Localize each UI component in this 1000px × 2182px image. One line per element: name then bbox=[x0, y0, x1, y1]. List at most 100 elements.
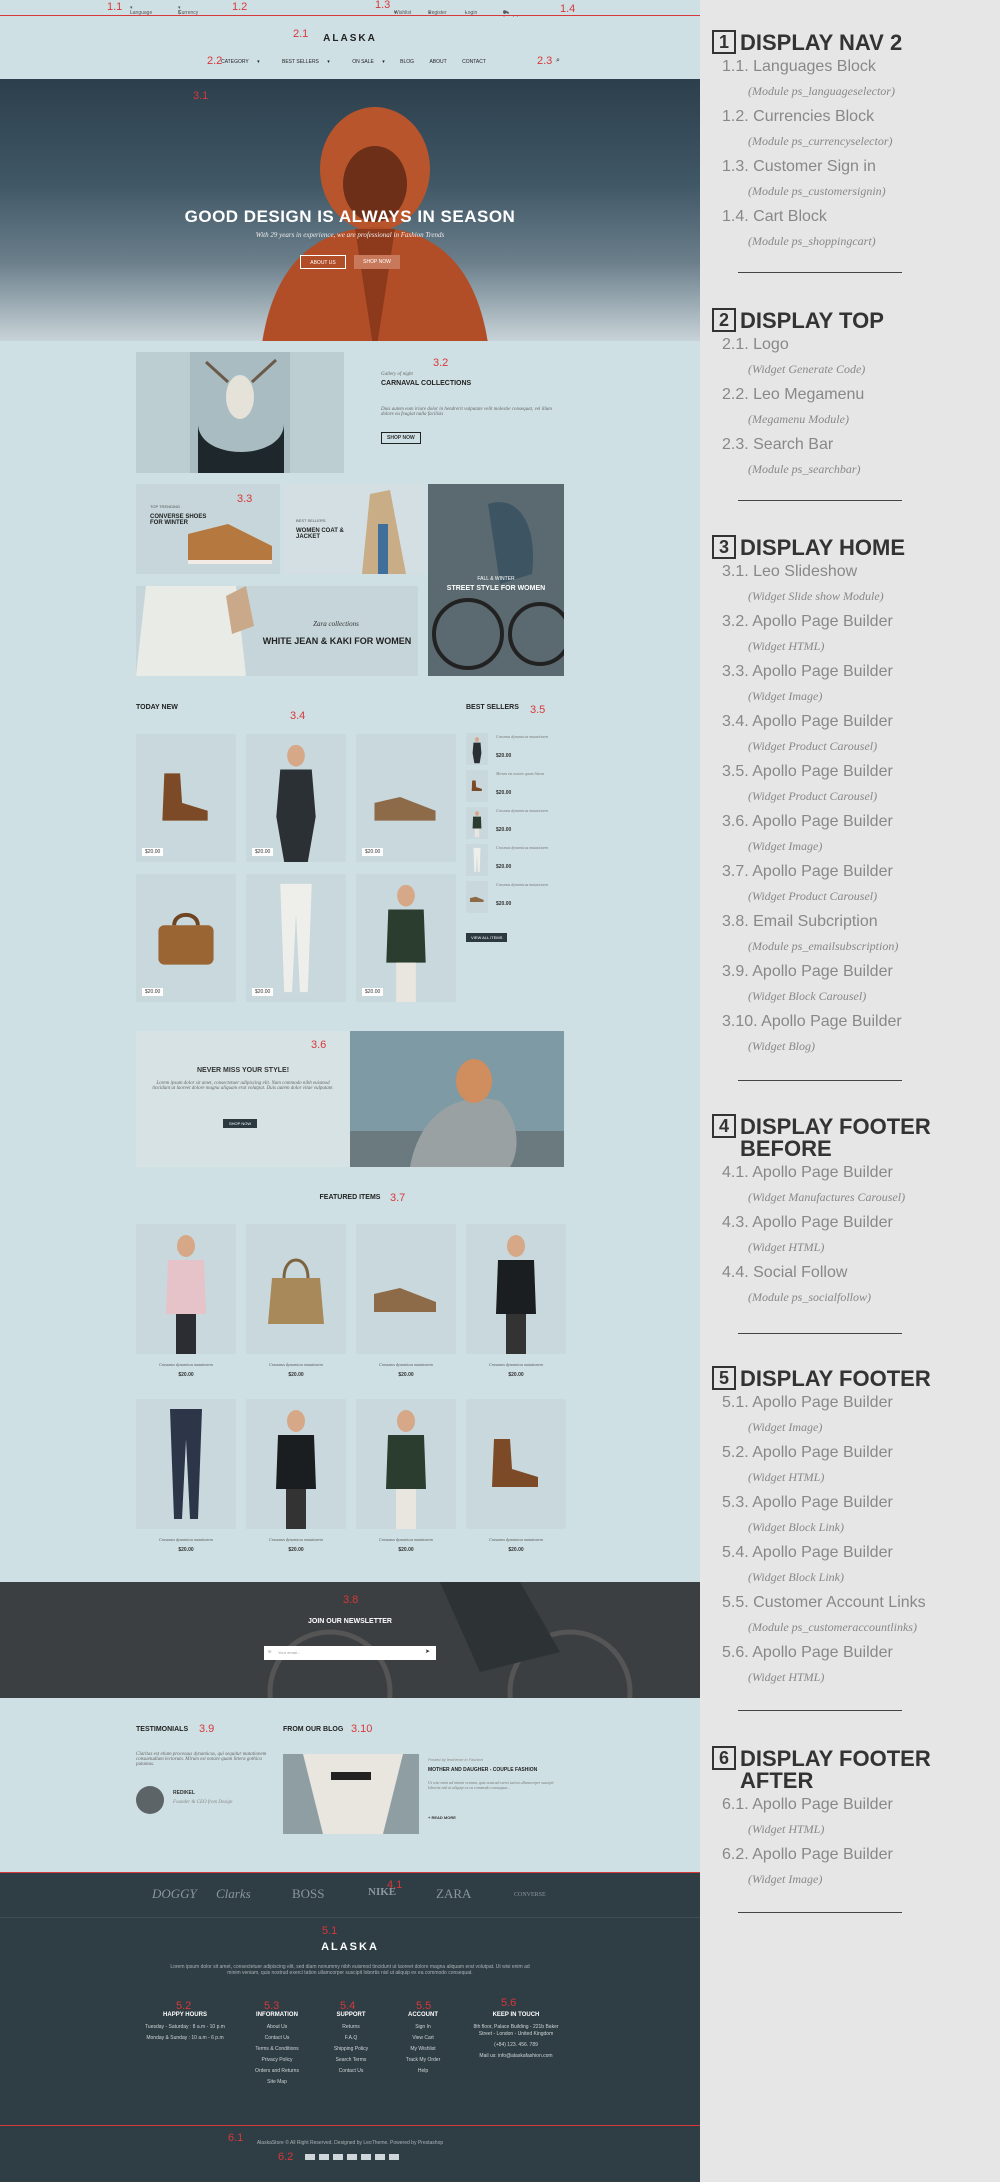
footer-account-link[interactable]: Sign In bbox=[378, 2024, 468, 2030]
doc-item-label: 2.1. Logo bbox=[722, 336, 789, 353]
doc-item-module: (Module ps_languageselector) bbox=[748, 84, 895, 98]
today-new-product[interactable] bbox=[246, 734, 346, 862]
zara-banner[interactable]: Zara collections WHITE JEAN & KAKI FOR W… bbox=[136, 586, 418, 676]
footer-information-link[interactable]: Site Map bbox=[232, 2079, 322, 2085]
tag-3-6: 3.6 bbox=[311, 1039, 327, 1051]
doc-section-divider bbox=[738, 1080, 902, 1081]
tag-3-7: 3.7 bbox=[390, 1192, 406, 1204]
converse-banner[interactable]: TOP TRENDING CONVERSE SHOES FOR WINTER bbox=[136, 484, 280, 574]
brand-boss[interactable]: BOSS bbox=[292, 1886, 325, 1902]
best-seller-thumb[interactable] bbox=[466, 770, 488, 802]
today-new-product[interactable] bbox=[246, 874, 346, 1002]
doc-item-label: 6.1. Apollo Page Builder bbox=[722, 1796, 893, 1813]
featured-product-name[interactable]: Crassmus dynamicus mutationem bbox=[356, 1537, 456, 1542]
blog-post-image[interactable] bbox=[283, 1754, 419, 1834]
skull-model-image bbox=[136, 352, 344, 473]
featured-product-name[interactable]: Crassmus dynamicus mutationem bbox=[136, 1537, 236, 1542]
featured-product[interactable] bbox=[466, 1224, 566, 1354]
testimonial-text: Claritas est etiam processus dynamicus, … bbox=[136, 1752, 267, 1767]
today-new-product[interactable] bbox=[356, 874, 456, 1002]
converse-title: CONVERSE SHOES FOR WINTER bbox=[150, 514, 207, 526]
newsletter-email-input[interactable]: ✉ Your email... ➤ bbox=[264, 1646, 436, 1660]
doc-section-title: DISPLAY TOP bbox=[740, 308, 884, 333]
hero-title: GOOD DESIGN IS ALWAYS IN SEASON bbox=[184, 207, 516, 226]
site-logo[interactable]: ALASKA bbox=[0, 33, 700, 44]
featured-product-name[interactable]: Crassmus dynamicus mutationem bbox=[136, 1362, 236, 1367]
menu-contact[interactable]: CONTACT bbox=[462, 59, 486, 65]
today-new-product[interactable] bbox=[136, 734, 236, 862]
featured-product[interactable] bbox=[356, 1399, 456, 1529]
featured-product-name[interactable]: Crassmus dynamicus mutationem bbox=[356, 1362, 456, 1367]
featured-product-name[interactable]: Crassmus dynamicus mutationem bbox=[466, 1537, 566, 1542]
today-new-product[interactable] bbox=[136, 874, 236, 1002]
doc-item-label: 2.3. Search Bar bbox=[722, 436, 834, 453]
shop-now-button[interactable]: SHOP NOW bbox=[354, 255, 400, 269]
carnaval-panel: Gallery of night CARNAVAL COLLECTIONS Du… bbox=[344, 352, 564, 473]
brand-converse[interactable]: CONVERSE bbox=[514, 1892, 546, 1898]
featured-product[interactable] bbox=[136, 1224, 236, 1354]
blog-read-more[interactable]: + READ MORE bbox=[428, 1815, 456, 1820]
doc-section-header: 4 DISPLAY FOOTER BEFORE bbox=[712, 1114, 992, 1160]
product-price: $20.00 bbox=[362, 988, 384, 996]
footer-account-link[interactable]: Help bbox=[378, 2068, 468, 2074]
best-seller-price: $20.00 bbox=[496, 901, 512, 907]
featured-product-price: $20.00 bbox=[508, 1547, 524, 1553]
product-image bbox=[268, 1258, 324, 1324]
best-seller-name[interactable]: Mirum est notare quam littera bbox=[496, 771, 560, 776]
email[interactable]: Mail us: info@alaskafashion.com bbox=[466, 2053, 566, 2059]
doc-item-label: 5.6. Apollo Page Builder bbox=[722, 1644, 893, 1661]
menu-about[interactable]: ABOUT bbox=[429, 59, 446, 65]
best-seller-name[interactable]: Crasmus dynamicus mutationem bbox=[496, 734, 560, 739]
best-seller-name[interactable]: Crasmus dynamicus mutationem bbox=[496, 845, 560, 850]
about-us-button[interactable]: ABOUT US bbox=[300, 255, 346, 269]
testimonial-role: Founder & CEO from Design bbox=[173, 1800, 233, 1805]
brand-clarks[interactable]: Clarks bbox=[216, 1886, 251, 1902]
featured-product[interactable] bbox=[246, 1224, 346, 1354]
footer-account-link[interactable]: View Cart bbox=[378, 2035, 468, 2041]
testimonials-title: TESTIMONIALS bbox=[136, 1726, 189, 1733]
brand-doggy[interactable]: DOGGY bbox=[152, 1886, 197, 1902]
never-miss-shop-button[interactable]: SHOP NOW bbox=[223, 1119, 258, 1128]
doc-item-label: 5.5. Customer Account Links bbox=[722, 1594, 926, 1611]
today-new-product[interactable] bbox=[356, 734, 456, 862]
footer-account-link[interactable]: Track My Order bbox=[378, 2057, 468, 2063]
featured-product[interactable] bbox=[136, 1399, 236, 1529]
menu-blog[interactable]: BLOG bbox=[400, 59, 414, 65]
featured-product[interactable] bbox=[356, 1224, 456, 1354]
best-seller-thumb[interactable] bbox=[466, 807, 488, 839]
hero-subtitle: With 29 years in experience, we are prof… bbox=[255, 231, 445, 239]
best-seller-name[interactable]: Crasmus dynamicus mutationem bbox=[496, 808, 560, 813]
featured-product-price: $20.00 bbox=[288, 1372, 304, 1378]
featured-product-name[interactable]: Crassmus dynamicus mutationem bbox=[246, 1362, 346, 1367]
send-icon[interactable]: ➤ bbox=[425, 1648, 430, 1655]
search-icon[interactable]: ⌕ bbox=[556, 57, 560, 65]
blog-post-title[interactable]: MOTHER AND DAUGHER - COUPLE FASHION bbox=[428, 1767, 537, 1773]
hero-slideshow[interactable]: GOOD DESIGN IS ALWAYS IN SEASON With 29 … bbox=[0, 79, 700, 341]
featured-product[interactable] bbox=[466, 1399, 566, 1529]
menu-on-sale[interactable]: ON SALE ▾ bbox=[345, 59, 385, 65]
doc-section-divider bbox=[738, 1710, 902, 1711]
footer-account-link[interactable]: My Wishlist bbox=[378, 2046, 468, 2052]
best-seller-thumb[interactable] bbox=[466, 881, 488, 913]
featured-product-name[interactable]: Crassmus dynamicus mutationem bbox=[466, 1362, 566, 1367]
best-seller-thumb[interactable] bbox=[466, 733, 488, 765]
carnaval-shop-button[interactable]: SHOP NOW bbox=[381, 432, 421, 444]
blog-excerpt: Ut wisi enim ad minim veniam, quis nostr… bbox=[428, 1780, 554, 1790]
best-seller-name[interactable]: Crasmus dynamicus mutationem bbox=[496, 882, 560, 887]
street-style-banner[interactable]: FALL & WINTER STREET STYLE FOR WOMEN bbox=[428, 484, 564, 676]
women-coat-banner[interactable]: BEST SELLERS WOMEN COAT & JACKET bbox=[284, 484, 426, 574]
featured-product-name[interactable]: Crassmus dynamicus mutationem bbox=[246, 1537, 346, 1542]
view-all-button[interactable]: VIEW ALL ITEMS bbox=[466, 933, 508, 942]
sea-model-image bbox=[350, 1031, 564, 1167]
footer-logo[interactable]: ALASKA bbox=[0, 1941, 700, 1953]
featured-product[interactable] bbox=[246, 1399, 346, 1529]
visa-icon bbox=[305, 2154, 315, 2160]
doc-section-2: 2 DISPLAY TOP 2.1. Logo (Widget Generate Co… bbox=[712, 308, 992, 482]
doc-item-label: 3.2. Apollo Page Builder bbox=[722, 613, 893, 630]
best-seller-thumb[interactable] bbox=[466, 844, 488, 876]
currency-selector[interactable]: $ Currency ▾ bbox=[178, 5, 198, 16]
menu-best-sellers[interactable]: BEST SELLERS ▾ bbox=[275, 59, 330, 65]
product-image bbox=[276, 1410, 316, 1529]
brand-zara[interactable]: ZARA bbox=[436, 1886, 471, 1902]
language-selector[interactable]: ◌ Language ▾ bbox=[130, 5, 152, 16]
